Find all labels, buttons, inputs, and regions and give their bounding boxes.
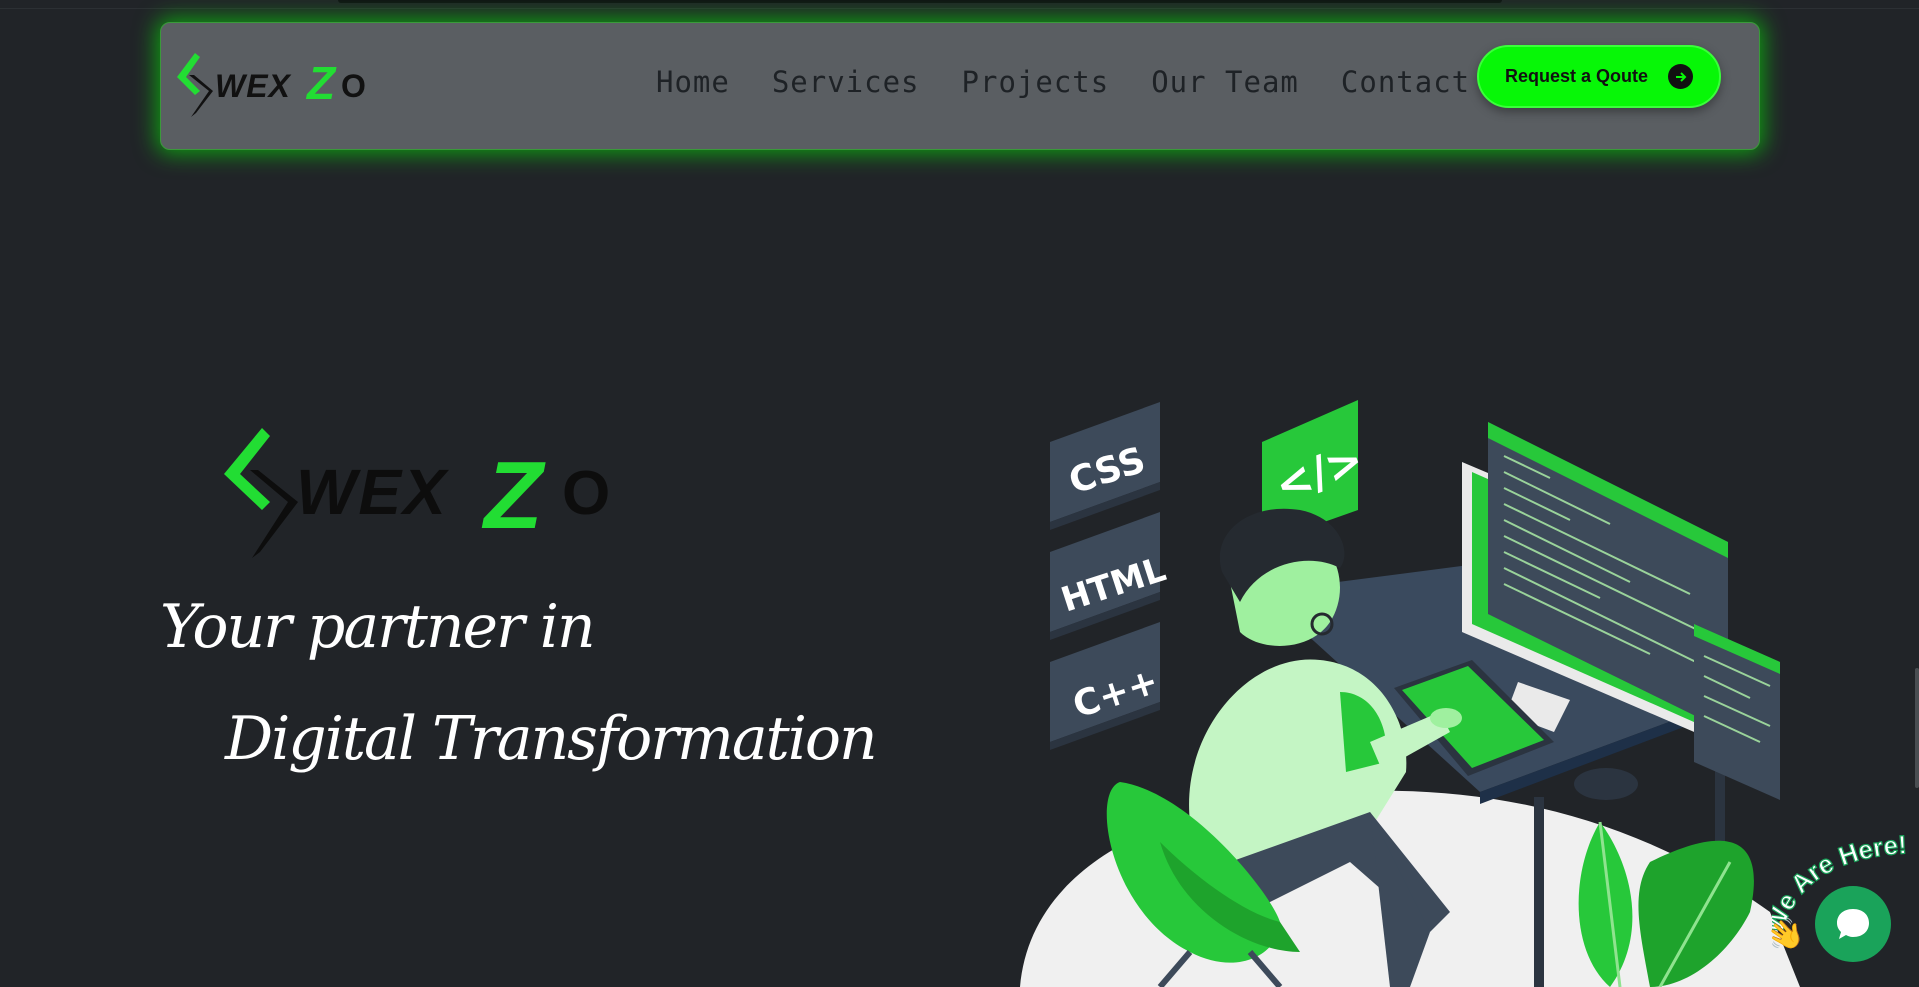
hero-logo: WEX Z O (224, 428, 610, 558)
svg-text:O: O (341, 68, 366, 104)
top-divider (0, 8, 1919, 9)
html-tag: HTML (1050, 512, 1171, 640)
svg-text:WEX: WEX (296, 456, 449, 528)
nav-link-home[interactable]: Home (656, 65, 730, 99)
hero-tagline-line1: Your partner in (160, 592, 596, 662)
nav-links: Home Services Projects Our Team Contact … (656, 50, 1568, 114)
svg-text:WEX: WEX (215, 68, 292, 104)
chat-button[interactable] (1815, 886, 1891, 962)
developer-illustration: CSS HTML C++ </> (1020, 400, 1800, 987)
cpp-tag: C++ (1050, 622, 1163, 750)
nav-link-projects[interactable]: Projects (962, 65, 1110, 99)
chat-bubble-icon (1837, 909, 1869, 939)
arrow-right-circle-icon (1668, 64, 1694, 89)
nav-link-services[interactable]: Services (772, 65, 920, 99)
top-strip (338, 0, 1502, 3)
nav-logo[interactable]: WEX Z O (175, 53, 401, 117)
request-quote-button[interactable]: Request a Qoute (1477, 45, 1721, 108)
nav-link-our-team[interactable]: Our Team (1151, 65, 1299, 99)
page-scrollbar[interactable] (1915, 668, 1919, 788)
svg-text:Z: Z (481, 442, 546, 549)
hero-tagline-line2: Digital Transformation (225, 704, 878, 774)
svg-text:O: O (562, 459, 610, 528)
navbar: WEX Z O Home Services Projects Our Team … (160, 22, 1760, 150)
svg-text:Z: Z (305, 57, 337, 109)
request-quote-label: Request a Qoute (1504, 66, 1649, 86)
css-tag: CSS (1050, 402, 1160, 530)
